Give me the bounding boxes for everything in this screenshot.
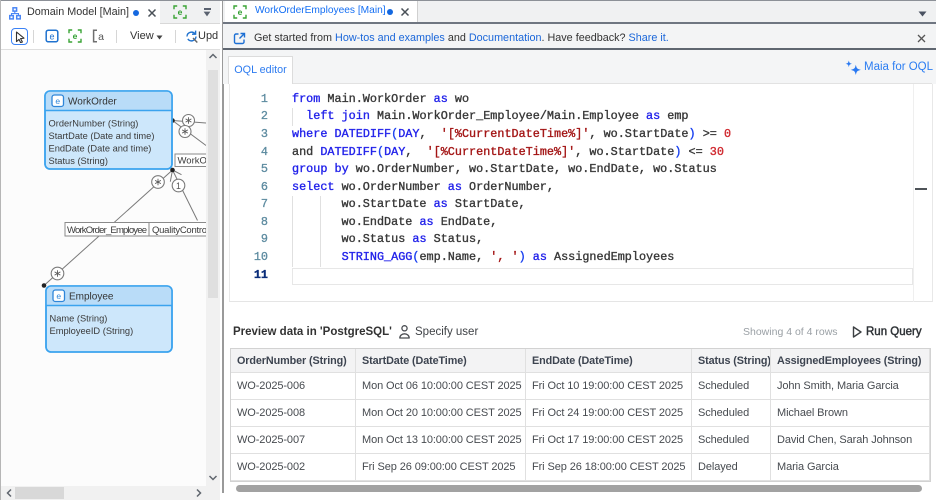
svg-text:WorkOrder_Employee: WorkOrder_Employee [67, 225, 147, 236]
svg-text:Employee: Employee [69, 292, 114, 303]
svg-text:a: a [98, 31, 104, 43]
svg-text:e: e [56, 291, 61, 301]
svg-text:EmployeeID (String): EmployeeID (String) [50, 326, 134, 336]
svg-text:EndDate (Date and time): EndDate (Date and time) [49, 144, 152, 154]
svg-text:WorkOrd: WorkOrd [178, 156, 207, 167]
svg-text:e: e [178, 7, 183, 17]
svg-text:OrderNumber (String): OrderNumber (String) [49, 119, 139, 129]
svg-text:e: e [73, 31, 78, 41]
svg-text:Name (String): Name (String) [50, 314, 108, 324]
svg-text:StartDate (Date and time): StartDate (Date and time) [49, 131, 155, 141]
svg-text:e: e [238, 7, 243, 17]
svg-text:e: e [55, 96, 60, 106]
svg-text:e: e [49, 31, 54, 41]
svg-text:QualityControl_: QualityControl_ [152, 225, 206, 236]
svg-text:WorkOrder: WorkOrder [68, 97, 117, 108]
svg-text:Status (String): Status (String) [49, 156, 108, 166]
svg-text:1: 1 [176, 181, 181, 191]
